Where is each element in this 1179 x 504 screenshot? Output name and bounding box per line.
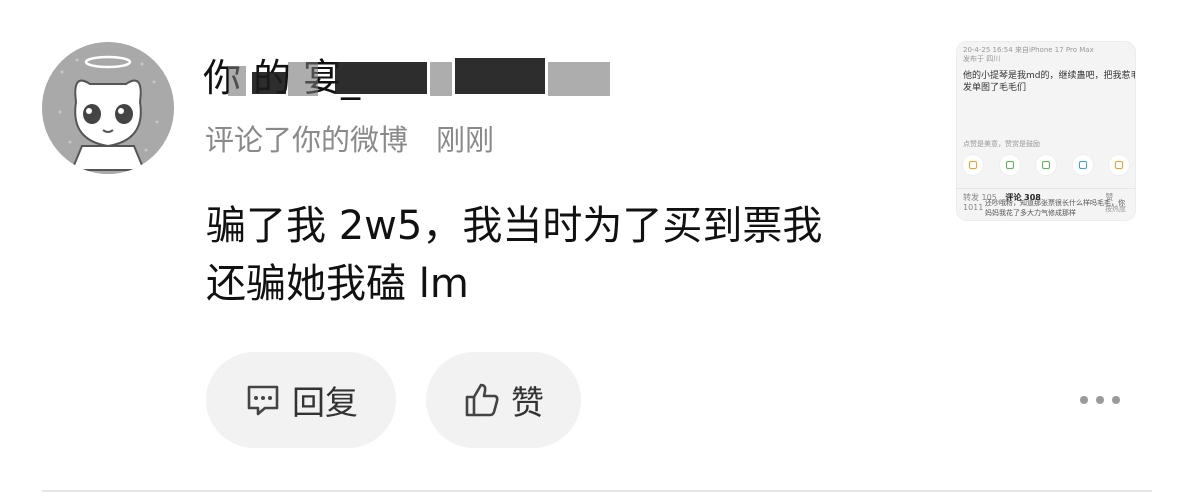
reply-label: 回复 — [292, 383, 358, 422]
like-label: 赞 — [511, 383, 544, 422]
comment-text: 骗了我 2w5，我当时为了买到票我 还骗她我磕 lm — [206, 197, 906, 313]
censor-block — [455, 58, 545, 94]
comment-line: 还骗她我磕 lm — [206, 261, 469, 307]
more-options-icon[interactable] — [1080, 390, 1120, 410]
dot — [1080, 396, 1088, 404]
censor-block — [228, 66, 246, 96]
censor-block — [288, 62, 318, 96]
thumbs-up-icon — [465, 383, 499, 417]
wechat-icon — [1036, 155, 1056, 175]
censor-block — [430, 62, 452, 96]
reply-icon — [247, 385, 279, 416]
thumb-divider — [957, 188, 1135, 189]
post-thumbnail[interactable]: 20-4-25 16:54 来自iPhone 17 Pro Max 发布于 四川… — [957, 42, 1135, 220]
thumb-header: 20-4-25 16:54 来自iPhone 17 Pro Max — [963, 46, 1094, 54]
like-button[interactable]: 赞 — [426, 352, 581, 448]
dot — [1112, 396, 1120, 404]
censor-block — [252, 72, 286, 94]
qq-icon — [1072, 155, 1093, 175]
cat-avatar-icon — [42, 42, 174, 174]
thumb-subheader: 发布于 四川 — [963, 55, 1001, 63]
chat-icon — [999, 155, 1020, 175]
thumb-reply-line: 妈妈我花了多大力气修成那样 — [985, 209, 1076, 217]
gift-icon — [963, 155, 983, 175]
thumb-share-icons — [963, 155, 1129, 175]
timestamp: 刚刚 — [436, 123, 495, 157]
censor-block — [335, 62, 427, 94]
avatar[interactable] — [42, 42, 174, 174]
notification-meta: 评论了你的微博 刚刚 — [205, 120, 494, 160]
thumb-footer-hint: 点赞是美意，赞赏是鼓励 — [963, 140, 1040, 148]
thumb-post-line: 他的小提琴是我md的，继续蛊吧，把我惹毛了我就 — [963, 71, 1135, 81]
thumb-reply-line: 还吵哦粉，知道那张票很长什么样吗毛毛，你 — [985, 199, 1125, 207]
comment-line: 骗了我 2w5，我当时为了买到票我 — [206, 203, 823, 249]
action-text: 评论了你的微博 — [205, 123, 409, 157]
dot — [1096, 396, 1104, 404]
divider — [42, 490, 1152, 492]
censor-block — [548, 62, 610, 96]
note-icon — [1109, 155, 1129, 175]
thumb-post-line: 发单图了毛毛们 — [963, 83, 1027, 93]
reply-button[interactable]: 回复 — [206, 352, 396, 448]
